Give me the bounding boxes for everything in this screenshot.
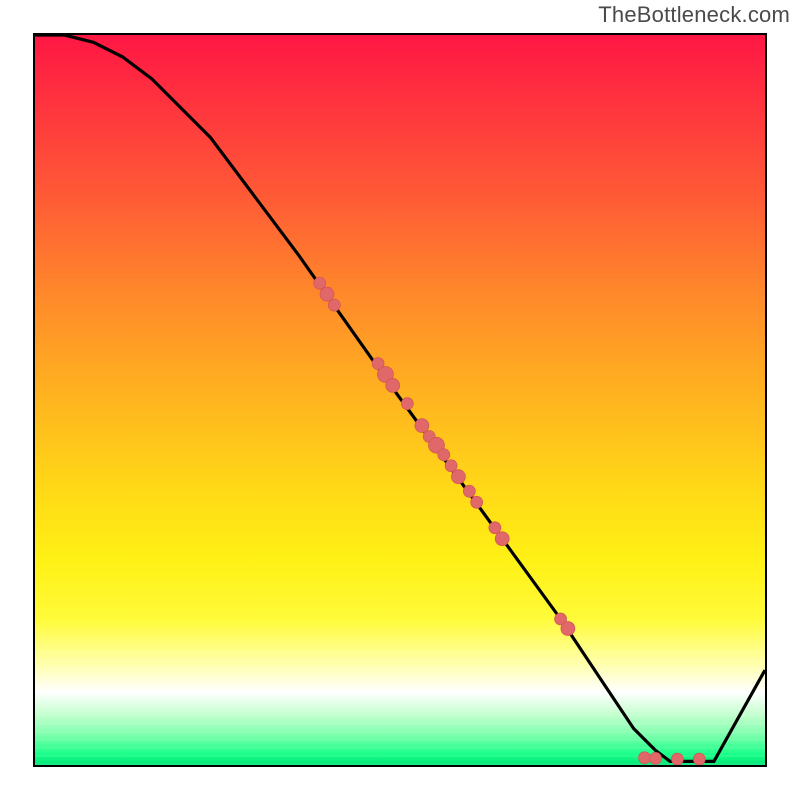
data-point <box>401 398 413 410</box>
data-point <box>386 378 400 392</box>
data-point <box>445 460 457 472</box>
data-point <box>495 532 509 546</box>
data-point <box>463 485 475 497</box>
plot-area <box>33 33 767 767</box>
data-point <box>438 449 450 461</box>
data-point <box>415 419 429 433</box>
bottleneck-curve <box>35 35 765 761</box>
data-point <box>328 299 340 311</box>
chart-container: TheBottleneck.com <box>0 0 800 800</box>
data-point <box>650 752 662 764</box>
scatter-points <box>314 277 706 765</box>
data-point <box>693 753 705 765</box>
curve-layer <box>35 35 765 765</box>
data-point <box>451 470 465 484</box>
data-point <box>561 622 575 636</box>
data-point <box>471 496 483 508</box>
data-point <box>639 752 651 764</box>
data-point <box>314 277 326 289</box>
watermark-label: TheBottleneck.com <box>598 2 790 28</box>
data-point <box>671 753 683 765</box>
data-point <box>489 522 501 534</box>
data-point <box>320 287 334 301</box>
